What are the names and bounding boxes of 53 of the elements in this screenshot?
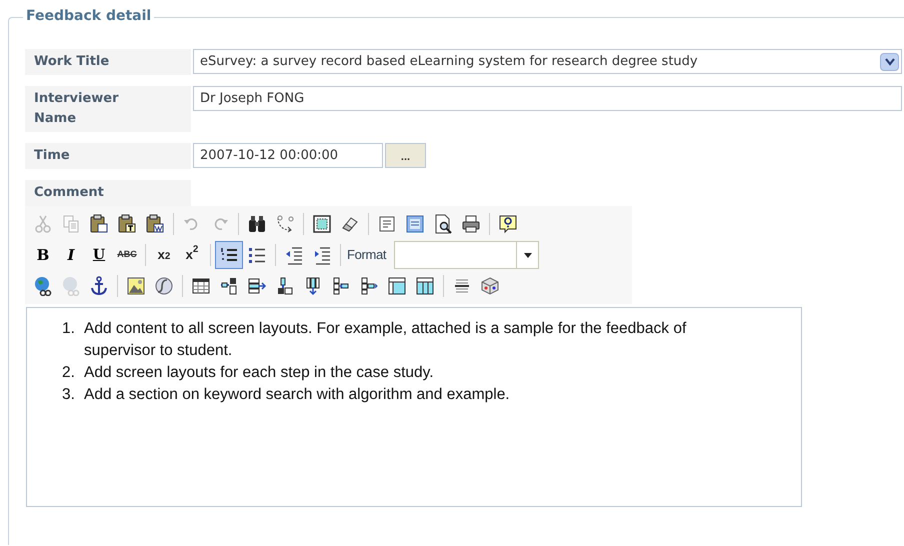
list-number: 2. <box>62 363 76 383</box>
date-picker-button[interactable]: ... <box>385 143 426 168</box>
table-cell-insert-icon <box>331 276 351 296</box>
globe-icon <box>61 276 81 296</box>
table-row-insert-icon <box>275 276 295 296</box>
strikethrough-button[interactable]: ABC <box>113 241 141 269</box>
select-all-icon <box>312 214 332 234</box>
list-number: 3. <box>62 385 76 405</box>
window-icon <box>405 214 425 234</box>
dropdown-field[interactable]: eSurvey: a survey record based eLearning system for research degree study <box>193 49 902 74</box>
outdent-icon <box>284 245 304 265</box>
bold-button[interactable]: B <box>29 241 57 269</box>
clipboard-icon <box>89 214 109 234</box>
anchor-icon <box>89 276 109 296</box>
binoculars-icon <box>247 214 267 234</box>
format-label: Format <box>347 246 386 264</box>
table-cells-icon <box>387 276 407 296</box>
field-label: Work Title <box>25 49 191 75</box>
help-icon <box>498 214 518 234</box>
indent-icon <box>312 245 332 265</box>
table-cells-icon <box>415 276 435 296</box>
italic-button[interactable]: I <box>57 241 85 269</box>
list-item-text: Add a section on keyword search with algorithm and example. <box>84 385 510 405</box>
globe-icon <box>33 276 53 296</box>
table-icon <box>191 276 211 296</box>
list-item-text: Add content to all screen layouts. For example, attached is a sample for the feedback of supervisor to student. <box>84 319 688 361</box>
bullet-list-icon <box>247 245 267 265</box>
clipboard-icon <box>117 214 137 234</box>
subscript-button[interactable]: x$_{2}$ <box>150 241 178 269</box>
field-label: Comment <box>25 180 191 206</box>
scissors-icon <box>33 214 53 234</box>
page-preview-icon <box>433 214 453 234</box>
table-column-insert-icon <box>247 276 267 296</box>
flash-icon <box>154 276 174 296</box>
clipboard-icon <box>145 214 165 234</box>
underline-button[interactable]: U <box>85 241 113 269</box>
field-label: Interviewer Name <box>25 86 191 132</box>
table-column-insert-icon <box>219 276 239 296</box>
text-field[interactable]: Dr Joseph FONG <box>193 86 902 111</box>
image-icon <box>126 276 146 296</box>
list-number: 1. <box>62 319 76 339</box>
date-field[interactable]: 2007-10-12 00:00:00 <box>193 143 383 168</box>
field-label: Time <box>25 143 191 169</box>
superscript-button[interactable]: x$^{2}$ <box>178 241 206 269</box>
list-item-text: Add screen layouts for each step in the case study. <box>84 363 434 383</box>
printer-icon <box>461 214 481 234</box>
copy-icon <box>61 214 81 234</box>
cube-icon <box>480 276 500 296</box>
numbered-list-button[interactable] <box>215 241 243 269</box>
table-cell-insert-icon <box>359 276 379 296</box>
replace-icon <box>275 214 295 234</box>
rich-text-editor[interactable] <box>26 307 802 507</box>
document-icon <box>377 214 397 234</box>
